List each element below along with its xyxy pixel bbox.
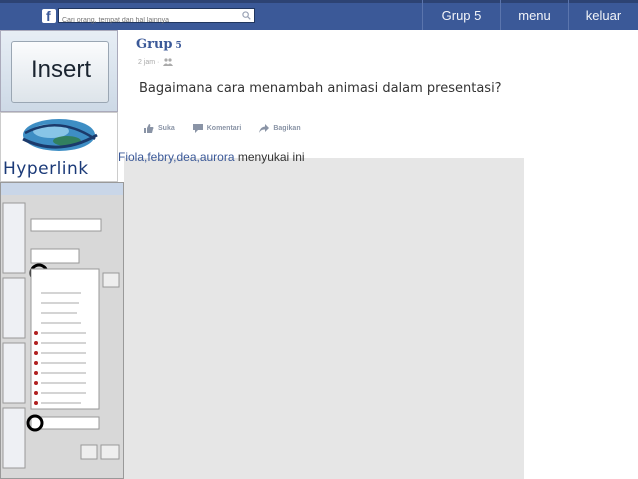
top-bar: f Grup 5 menu keluar [0, 0, 638, 30]
post-time[interactable]: 2 jam · [138, 59, 159, 66]
like-button[interactable]: Suka [144, 124, 175, 133]
comment-area-panel [124, 158, 524, 479]
liked-by-names[interactable]: Fiola,febry,dea,aurora [118, 150, 235, 164]
people-icon [163, 58, 174, 66]
comment-label: Komentari [206, 125, 242, 132]
search-icon[interactable] [242, 11, 251, 20]
comment-button[interactable]: Komentari [192, 124, 242, 133]
group-number: 5 [175, 41, 182, 51]
globe-icon [22, 119, 98, 151]
comment-icon [192, 124, 203, 133]
search-input[interactable] [59, 14, 239, 27]
group-name: Grup [136, 37, 173, 52]
insert-hyperlink-dialog-image [0, 182, 124, 479]
like-label: Suka [158, 125, 175, 132]
facebook-logo-icon[interactable]: f [42, 8, 56, 24]
hyperlink-label: Hyperlink [3, 159, 89, 179]
nav-logout-link[interactable]: keluar [568, 0, 638, 30]
insert-tab-image: Insert [0, 30, 118, 112]
search-box [58, 8, 255, 27]
post-meta: 2 jam · [138, 58, 174, 66]
share-icon [259, 124, 270, 133]
page: f Grup 5 menu keluar Insert Hyperlink [0, 0, 638, 479]
insert-button-image: Insert [11, 41, 109, 103]
nav-menu-link[interactable]: menu [500, 0, 568, 30]
insert-label: Insert [30, 56, 92, 83]
post-question-text: Bagaimana cara menambah animasi dalam pr… [139, 81, 502, 96]
dialog-screenshot-drawing [1, 183, 123, 469]
like-icon [144, 124, 154, 133]
likes-summary: Fiola,febry,dea,aurora menyukai ini [118, 150, 305, 164]
hyperlink-image: Hyperlink [0, 112, 118, 182]
group-name-link[interactable]: Grup 5 [136, 37, 182, 52]
post-actions: Suka Komentari Bagikan [144, 124, 301, 133]
share-button[interactable]: Bagikan [259, 124, 301, 133]
nav-group-link[interactable]: Grup 5 [422, 0, 500, 30]
liked-suffix: menyukai ini [234, 150, 305, 164]
share-label: Bagikan [273, 125, 301, 132]
